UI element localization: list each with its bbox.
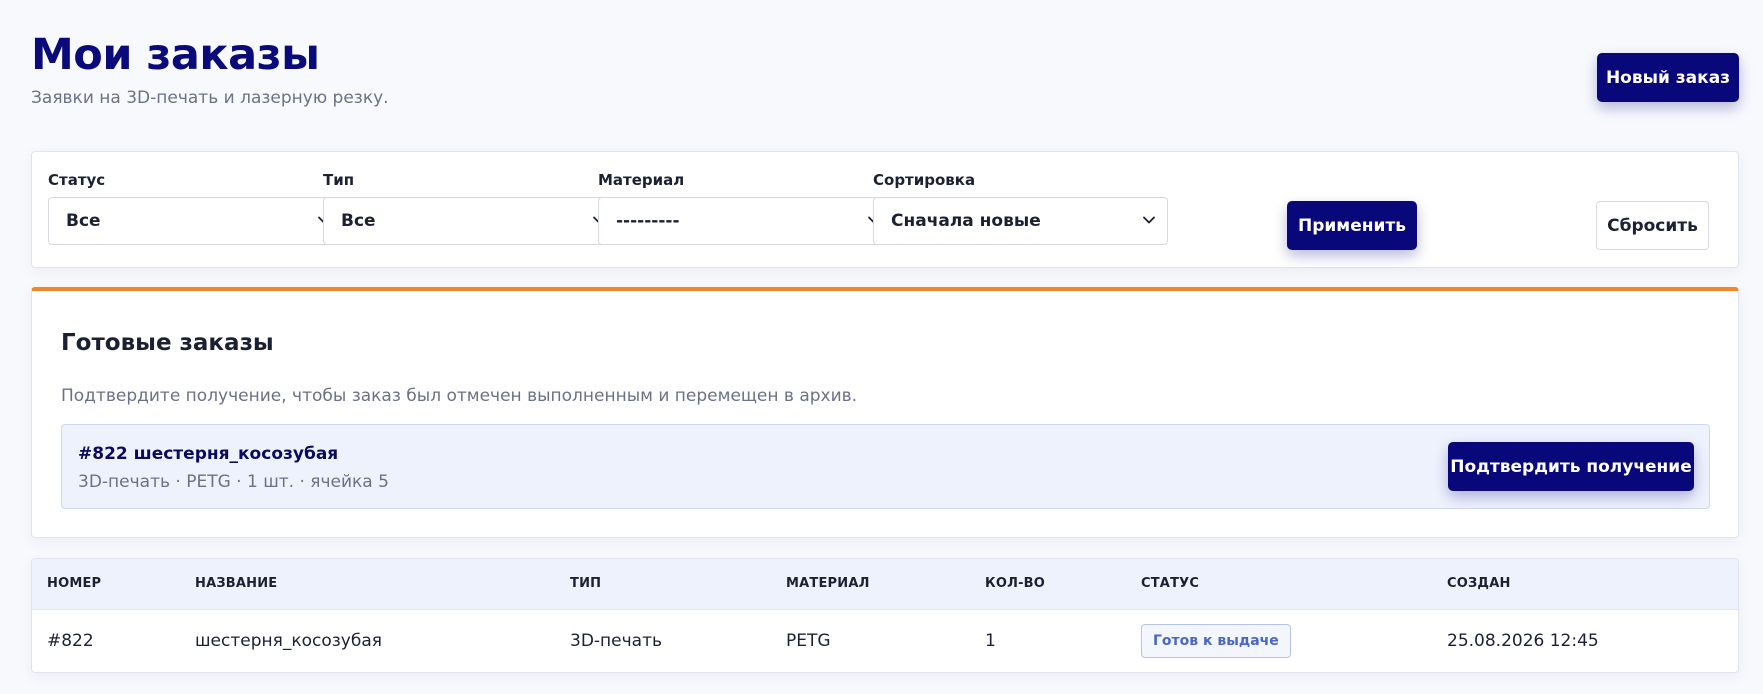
page-subtitle: Заявки на 3D-печать и лазерную резку. <box>31 88 389 108</box>
column-header-number: Номер <box>32 559 180 610</box>
chevron-down-icon <box>1143 216 1155 224</box>
ready-order-meta: 3D-печать · PETG · 1 шт. · ячейка 5 <box>78 472 389 492</box>
status-select[interactable]: Все <box>48 197 343 245</box>
ready-orders-panel: Готовые заказы Подтвердите получение, чт… <box>31 287 1739 538</box>
sort-select[interactable]: Сначала новые <box>873 197 1168 245</box>
filter-status-label: Статус <box>48 171 106 189</box>
cell-type: 3D-печать <box>570 630 662 651</box>
apply-filters-button[interactable]: Применить <box>1287 201 1417 250</box>
ready-orders-description: Подтвердите получение, чтобы заказ был о… <box>61 386 858 406</box>
cell-number: #822 <box>47 630 94 651</box>
cell-status: Готов к выдаче <box>1126 609 1432 672</box>
status-select-value: Все <box>66 211 101 231</box>
table-row[interactable]: #822 шестерня_косозубая 3D-печать PETG 1… <box>32 609 1738 672</box>
column-header-created: Создан <box>1432 559 1738 610</box>
type-select-value: Все <box>341 211 376 231</box>
filter-material: Материал --------- <box>598 172 893 245</box>
page-title: Мои заказы <box>31 30 320 80</box>
sort-select-value: Сначала новые <box>891 211 1041 231</box>
orders-table-card: Номер Название Тип Материал Кол-во Стату… <box>31 558 1739 673</box>
cell-name: шестерня_косозубая <box>195 630 382 651</box>
page-header: Мои заказы Заявки на 3D-печать и лазерну… <box>31 0 1739 150</box>
filter-status: Статус Все <box>48 172 343 245</box>
column-header-type: Тип <box>555 559 771 610</box>
filter-type-label: Тип <box>323 171 355 189</box>
reset-filters-button[interactable]: Сбросить <box>1596 201 1709 250</box>
column-header-name: Название <box>180 559 555 610</box>
cell-material: PETG <box>786 630 831 651</box>
filter-sort: Сортировка Сначала новые <box>873 172 1168 245</box>
status-badge: Готов к выдаче <box>1141 623 1291 658</box>
ready-orders-title: Готовые заказы <box>61 330 274 356</box>
cell-quantity: 1 <box>985 630 996 651</box>
filters-panel: Статус Все Тип Все Материал --------- Со… <box>31 151 1739 268</box>
ready-order-item: #822 шестерня_косозубая 3D-печать · PETG… <box>61 424 1710 509</box>
column-header-quantity: Кол-во <box>970 559 1126 610</box>
orders-page: Мои заказы Заявки на 3D-печать и лазерну… <box>0 0 1763 694</box>
ready-order-title: #822 шестерня_косозубая <box>78 444 339 464</box>
confirm-receipt-button[interactable]: Подтвердить получение <box>1448 442 1694 491</box>
material-select[interactable]: --------- <box>598 197 893 245</box>
new-order-button[interactable]: Новый заказ <box>1597 53 1739 102</box>
material-select-value: --------- <box>616 211 680 231</box>
filter-sort-label: Сортировка <box>873 171 976 189</box>
type-select[interactable]: Все <box>323 197 618 245</box>
filter-type: Тип Все <box>323 172 618 245</box>
filter-material-label: Материал <box>598 171 685 189</box>
column-header-status: Статус <box>1126 559 1432 610</box>
column-header-material: Материал <box>771 559 970 610</box>
cell-created: 25.08.2026 12:45 <box>1447 630 1599 651</box>
table-header-row: Номер Название Тип Материал Кол-во Стату… <box>32 559 1738 610</box>
orders-table: Номер Название Тип Материал Кол-во Стату… <box>32 559 1738 672</box>
